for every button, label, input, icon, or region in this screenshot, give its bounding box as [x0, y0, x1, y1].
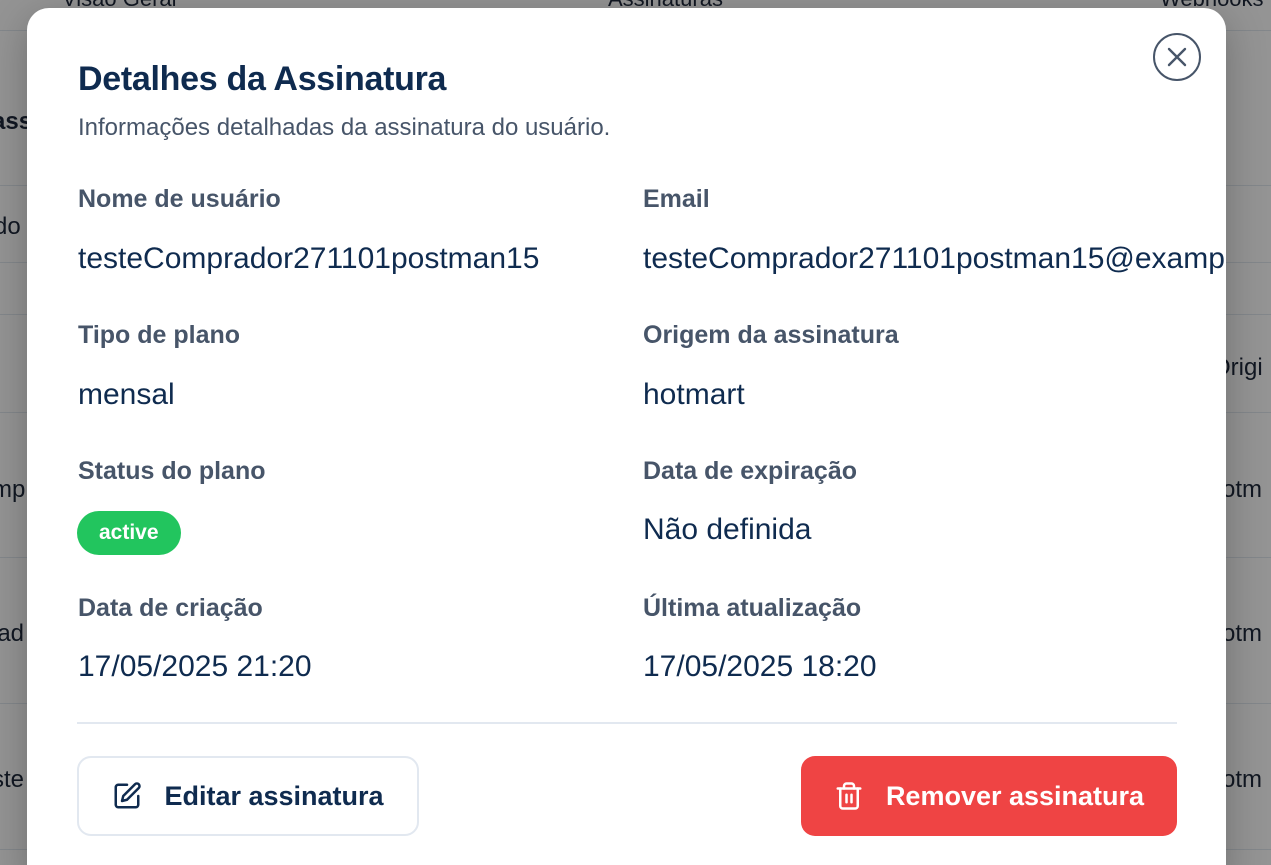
plan-type-label: Tipo de plano [78, 321, 241, 349]
plan-type-value: mensal [78, 378, 175, 411]
remove-subscription-label: Remover assinatura [885, 780, 1145, 811]
edit-icon [112, 781, 142, 811]
origin-value: hotmart [643, 378, 745, 411]
status-badge: active [77, 511, 181, 555]
expiration-label: Data de expiração [643, 457, 857, 485]
close-icon [1166, 46, 1188, 68]
origin-label: Origem da assinatura [643, 321, 899, 349]
modal-title: Detalhes da Assinatura [78, 60, 447, 98]
email-label: Email [643, 185, 710, 213]
edit-subscription-button[interactable]: Editar assinatura [77, 756, 419, 836]
email-value: testeComprador271101postman15@example.co… [643, 242, 1226, 275]
expiration-value: Não definida [643, 513, 812, 546]
remove-subscription-button[interactable]: Remover assinatura [801, 756, 1177, 836]
username-value: testeComprador271101postman15 [78, 242, 540, 275]
created-value: 17/05/2025 21:20 [78, 650, 312, 683]
updated-label: Última atualização [643, 594, 862, 622]
updated-value: 17/05/2025 18:20 [643, 650, 877, 683]
trash-icon [834, 781, 864, 811]
footer-divider [77, 722, 1177, 724]
username-label: Nome de usuário [78, 185, 281, 213]
subscription-details-modal: Detalhes da Assinatura Informações detal… [27, 8, 1226, 865]
edit-subscription-label: Editar assinatura [164, 780, 384, 811]
close-button[interactable] [1153, 33, 1201, 81]
status-label: Status do plano [78, 457, 266, 485]
modal-subtitle: Informações detalhadas da assinatura do … [78, 114, 611, 141]
created-label: Data de criação [78, 594, 263, 622]
